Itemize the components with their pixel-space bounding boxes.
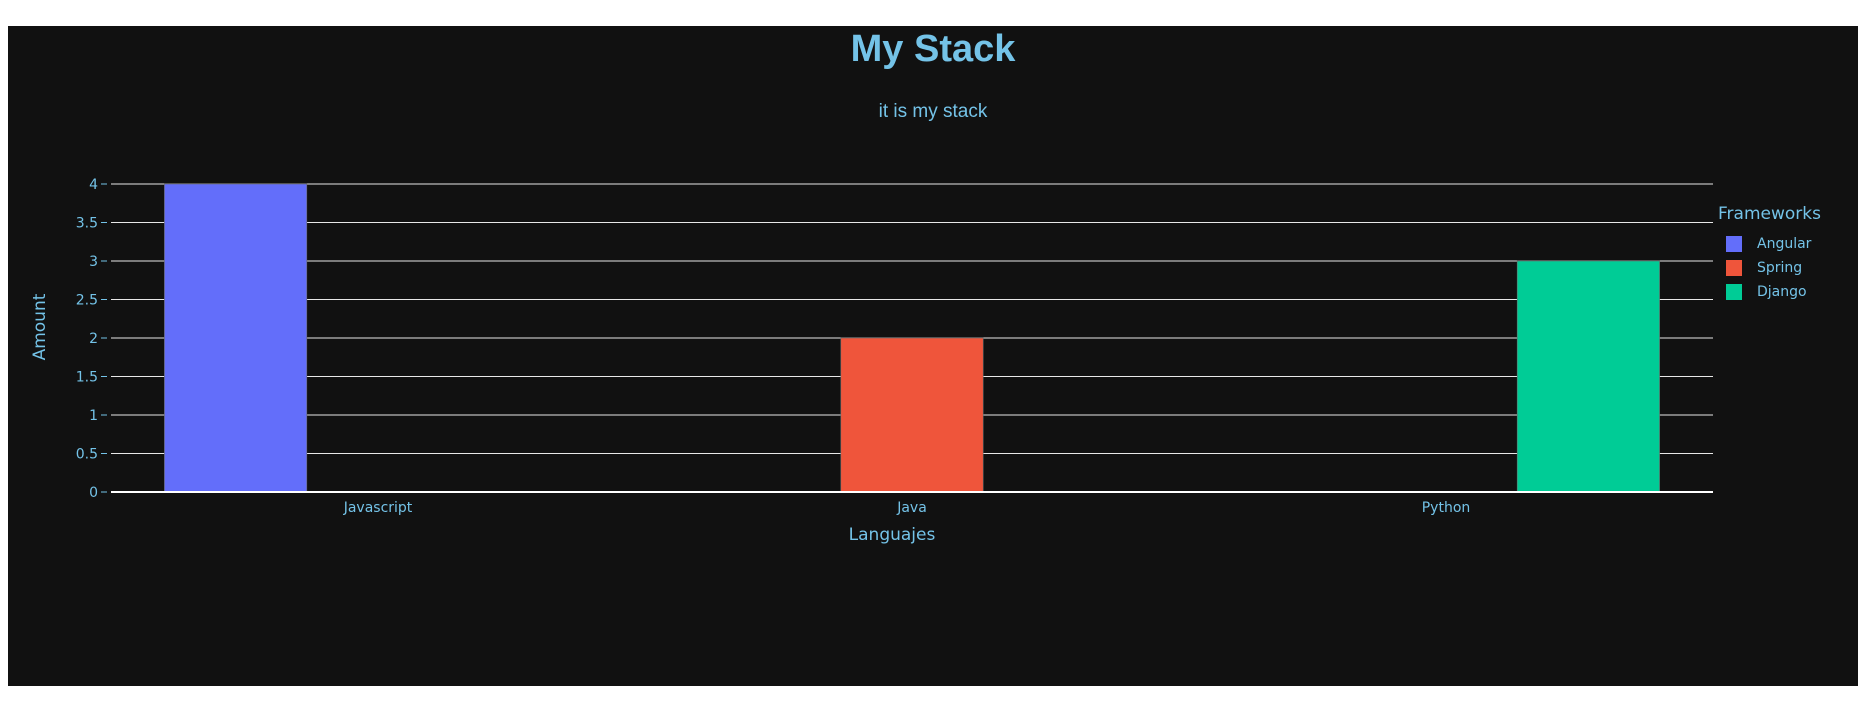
bar-spring-java <box>840 337 984 493</box>
legend: Frameworks Angular Spring Django <box>1718 204 1821 304</box>
legend-label: Django <box>1757 284 1807 300</box>
x-tick-label: Java <box>896 500 927 516</box>
bar-angular-javascript <box>164 183 308 493</box>
x-axis-label: Languajes <box>849 525 936 545</box>
bar-django-python <box>1516 260 1660 493</box>
y-tick-label: 2 <box>89 331 98 347</box>
legend-title: Frameworks <box>1718 204 1821 224</box>
y-tick-label: 4 <box>89 177 98 193</box>
y-tick-label: 1 <box>89 408 98 424</box>
y-tick-label: 0.5 <box>76 447 98 463</box>
x-axis-ticks: Javascript Java Python <box>343 500 1471 516</box>
y-axis-ticks: 0 0.5 1 1.5 2 2.5 3 3.5 4 <box>76 177 107 501</box>
legend-label: Angular <box>1757 236 1812 252</box>
legend-item-angular[interactable]: Angular <box>1726 232 1821 256</box>
legend-item-spring[interactable]: Spring <box>1726 256 1821 280</box>
legend-label: Spring <box>1757 260 1803 276</box>
x-tick-label: Javascript <box>343 500 413 516</box>
x-tick-label: Python <box>1422 500 1471 516</box>
legend-swatch <box>1726 260 1742 276</box>
legend-swatch <box>1726 236 1742 252</box>
y-tick-label: 0 <box>89 485 98 501</box>
chart-panel: My Stack it is my stack 0 0.5 1 1.5 2 2.5 3 3.5… <box>8 26 1858 686</box>
y-tick-label: 2.5 <box>76 293 98 309</box>
y-tick-label: 3.5 <box>76 216 98 232</box>
y-axis-label: Amount <box>30 293 50 360</box>
y-tick-label: 1.5 <box>76 370 98 386</box>
legend-item-django[interactable]: Django <box>1726 280 1821 304</box>
y-tick-label: 3 <box>89 254 98 270</box>
bar-chart: 0 0.5 1 1.5 2 2.5 3 3.5 4 Javascript Java Python L… <box>30 177 1713 545</box>
legend-swatch <box>1726 284 1742 300</box>
